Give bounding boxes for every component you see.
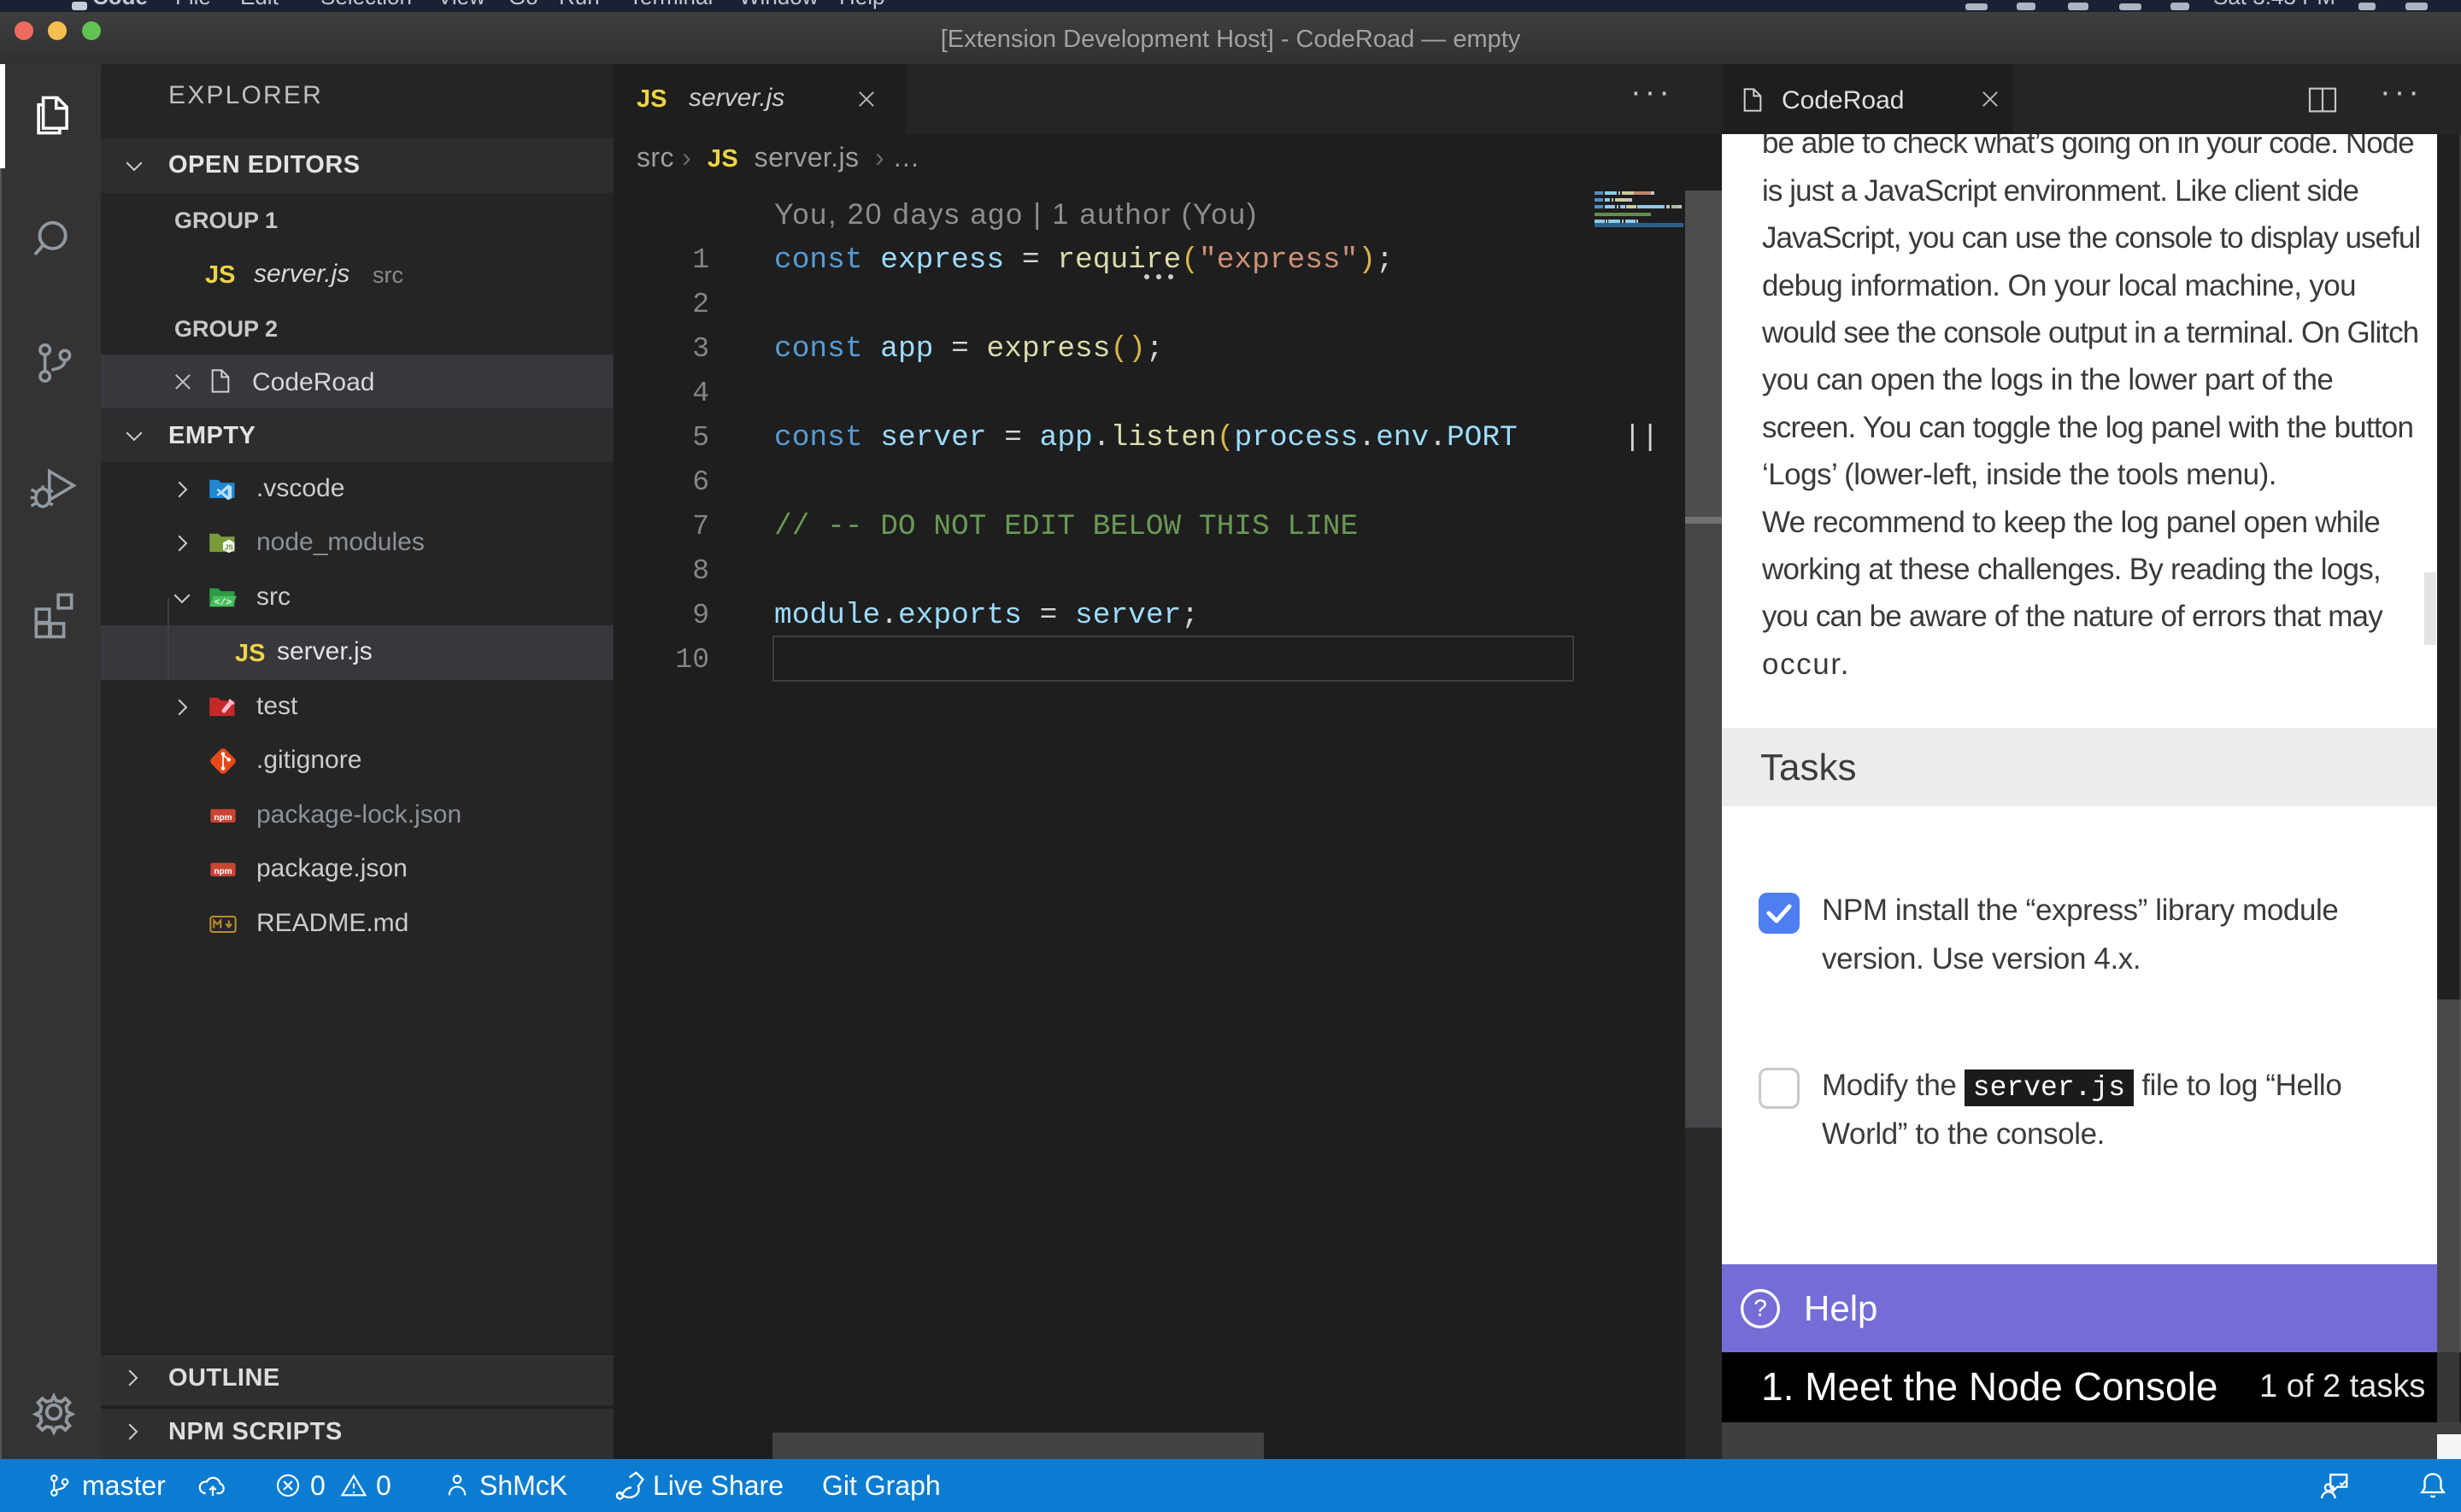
- svg-text:npm: npm: [214, 867, 232, 876]
- svg-text:npm: npm: [214, 813, 232, 823]
- svg-text:?: ?: [1753, 1294, 1767, 1321]
- svg-text:</>: </>: [214, 598, 232, 608]
- svg-text:JS: JS: [225, 542, 234, 551]
